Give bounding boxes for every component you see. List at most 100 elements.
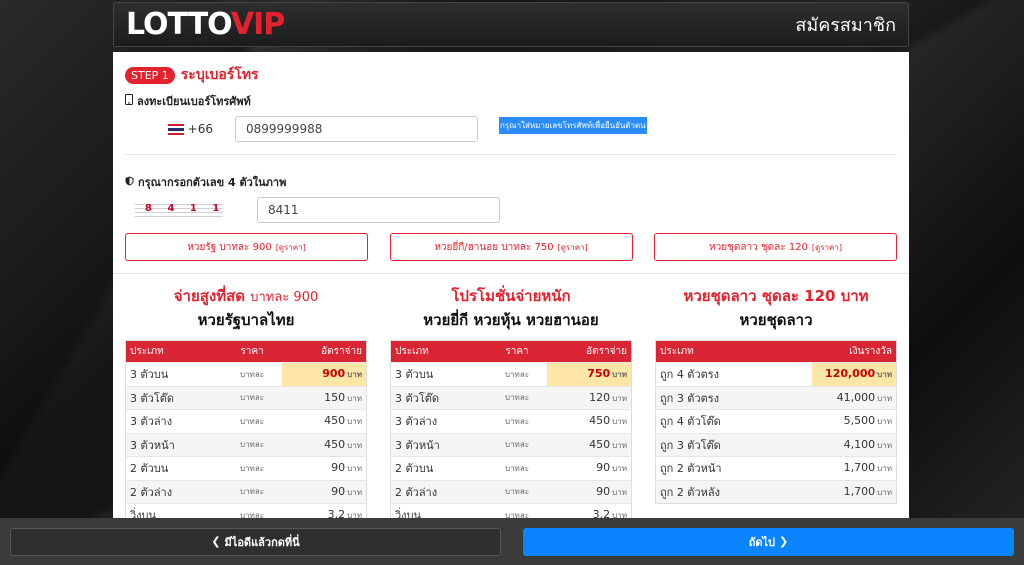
- header-price: ราคา: [221, 340, 283, 363]
- rate-table: ประเภท ราคา อัตราจ่าย 3 ตัวบน บาทละ 750 บาท…: [390, 340, 632, 518]
- row-rate-value: 120,000: [825, 367, 876, 381]
- lottovip-logo[interactable]: LOTTOVIP: [126, 7, 285, 42]
- phone-label-text: ลงทะเบียนเบอร์โทรศัพท์: [137, 95, 251, 108]
- column-title-small: บาทละ 900: [250, 290, 319, 305]
- row-rate-unit: บาท: [347, 393, 362, 403]
- row-rate: 750 บาท: [547, 362, 632, 386]
- row-unit: บาทละ: [221, 409, 283, 433]
- next-label: ถัดไป: [748, 535, 776, 549]
- row-type: ถูก 2 ตัวหน้า: [655, 456, 752, 480]
- row-unit: บาทละ: [486, 479, 548, 504]
- price-button-thai[interactable]: หวยรัฐ บาทละ 900 [ดูราคา]: [125, 233, 368, 261]
- row-rate-value: 90: [596, 461, 611, 475]
- phone-label: ลงทะเบียนเบอร์โทรศัพท์: [125, 92, 897, 110]
- next-button[interactable]: ถัดไป ❯: [523, 527, 1014, 556]
- table-row: 3 ตัวหน้า บาทละ 450 บาท: [125, 432, 367, 457]
- row-rate-unit: บาท: [877, 440, 892, 450]
- row-rate: 900 บาท: [282, 362, 367, 386]
- table-row: 2 ตัวล่าง บาทละ 90 บาท: [390, 479, 632, 504]
- row-rate-unit: บาท: [877, 417, 892, 427]
- thailand-flag-icon: [167, 123, 184, 135]
- price-button-lao[interactable]: หวยชุดลาว ชุดละ 120 [ดูราคา]: [654, 233, 897, 261]
- country-code[interactable]: +66: [125, 122, 235, 136]
- row-rate: 150 บาท: [282, 385, 367, 410]
- row-type: 2 ตัวล่าง: [125, 479, 222, 504]
- rate-table: ประเภท เงินรางวัล ถูก 4 ตัวตรง 120,000 บาท…: [655, 340, 897, 504]
- table-row: 3 ตัวโต๊ด บาทละ 150 บาท: [125, 385, 367, 410]
- row-rate: 450 บาท: [547, 409, 632, 433]
- row-type: 2 ตัวบน: [125, 456, 222, 480]
- price-button-yeekee[interactable]: หวยยี่กี/ฮานอย บาทละ 750 [ดูราคา]: [389, 233, 633, 261]
- captcha-row: 8 4 1 1: [125, 197, 897, 223]
- header-rate: อัตราจ่าย: [547, 340, 632, 363]
- table-row: 2 ตัวบน บาทละ 90 บาท: [390, 456, 632, 480]
- row-rate-value: 5,500: [843, 414, 876, 428]
- column-heading: หวยชุดลาว ชุดละ 120 บาท หวยชุดลาว: [655, 284, 897, 340]
- table-row: ถูก 4 ตัวตรง 120,000 บาท: [655, 362, 897, 386]
- row-rate-value: 90: [331, 461, 346, 475]
- phone-input[interactable]: [235, 116, 478, 142]
- step-header: STEP 1 ระบุเบอร์โทร: [125, 64, 897, 86]
- row-rate-value: 90: [331, 484, 346, 498]
- header-type: ประเภท: [390, 340, 487, 363]
- table-row: 3 ตัวล่าง บาทละ 450 บาท: [390, 409, 632, 433]
- row-rate-value: 4,100: [843, 437, 876, 451]
- captcha-label-text: กรุณากรอกตัวเลข 4 ตัวในภาพ: [138, 176, 287, 189]
- row-rate: 1,700 บาท: [812, 456, 897, 480]
- captcha-section: กรุณากรอกตัวเลข 4 ตัวในภาพ 8 4 1 1 หวยรั…: [113, 155, 909, 261]
- row-unit: [751, 456, 813, 480]
- rates-area: จ่ายสูงที่สด บาทละ 900 หวยรัฐบาลไทย ประเ…: [113, 273, 909, 518]
- row-unit: [751, 479, 813, 504]
- row-rate: 4,100 บาท: [812, 432, 897, 457]
- row-rate: 5,500 บาท: [812, 409, 897, 433]
- top-header: LOTTOVIP สมัครสมาชิก: [113, 2, 909, 47]
- column-title-red: โปรโมชั่นจ่ายหนัก: [451, 287, 571, 305]
- row-type: 3 ตัวล่าง: [390, 409, 487, 433]
- row-rate: 90 บาท: [282, 479, 367, 504]
- price-button-label: หวยรัฐ บาทละ 900: [187, 241, 272, 253]
- row-rate-unit: บาท: [612, 440, 627, 450]
- row-rate-unit: บาท: [612, 511, 627, 518]
- row-rate-unit: บาท: [877, 370, 892, 380]
- row-rate-unit: บาท: [877, 487, 892, 497]
- table-body: ถูก 4 ตัวตรง 120,000 บาท ถูก 3 ตัวตรง 41,000…: [655, 362, 897, 504]
- row-unit: บาทละ: [486, 456, 548, 480]
- captcha-label: กรุณากรอกตัวเลข 4 ตัวในภาพ: [125, 173, 897, 191]
- register-card: STEP 1 ระบุเบอร์โทร ลงทะเบียนเบอร์โทรศัพ…: [113, 52, 909, 518]
- table-row: ถูก 3 ตัวโต๊ด 4,100 บาท: [655, 432, 897, 457]
- shield-icon: [125, 176, 134, 189]
- row-rate-value: 120: [589, 390, 611, 404]
- header-price: [751, 340, 813, 363]
- row-rate-unit: บาท: [347, 370, 362, 380]
- table-row: ถูก 2 ตัวหน้า 1,700 บาท: [655, 456, 897, 480]
- rate-column-thai: จ่ายสูงที่สด บาทละ 900 หวยรัฐบาลไทย ประเ…: [125, 284, 367, 518]
- row-type: 3 ตัวโต๊ด: [125, 385, 222, 410]
- table-row: 2 ตัวล่าง บาทละ 90 บาท: [125, 479, 367, 504]
- row-unit: บาทละ: [486, 503, 548, 518]
- row-rate: 3.2 บาท: [282, 503, 367, 518]
- row-type: วิ่งบน: [125, 503, 222, 518]
- row-rate: 90 บาท: [282, 456, 367, 480]
- rate-column-yeekee: โปรโมชั่นจ่ายหนัก หวยยี่กี หวยหุ้น หวยฮา…: [390, 284, 632, 518]
- phone-row: +66 กรุณาใส่หมายเลขโทรศัพท์เพื่อยืนยันตั…: [125, 116, 897, 142]
- table-row: วิ่งบน บาทละ 3.2 บาท: [125, 503, 367, 518]
- have-id-button[interactable]: ❮ มีไอดีแล้วกดที่นี่: [10, 527, 501, 556]
- row-unit: [751, 385, 813, 410]
- captcha-input[interactable]: [257, 197, 500, 223]
- column-title: จ่ายสูงที่สด บาทละ 900: [125, 284, 367, 308]
- row-rate-value: 450: [324, 437, 346, 451]
- column-title: หวยชุดลาว ชุดละ 120 บาท: [655, 284, 897, 308]
- captcha-image: 8 4 1 1: [125, 199, 235, 221]
- chevron-left-icon: ❮: [211, 535, 221, 548]
- row-rate-unit: บาท: [612, 464, 627, 474]
- row-rate-unit: บาท: [347, 440, 362, 450]
- row-rate-value: 90: [596, 484, 611, 498]
- rate-table: ประเภท ราคา อัตราจ่าย 3 ตัวบน บาทละ 900 บาท…: [125, 340, 367, 518]
- row-rate: 450 บาท: [282, 409, 367, 433]
- phone-hint: กรุณาใส่หมายเลขโทรศัพท์เพื่อยืนยันตัวตน: [499, 116, 647, 134]
- row-type: 2 ตัวบน: [390, 456, 487, 480]
- row-rate-value: 900: [322, 367, 346, 381]
- row-type: 2 ตัวล่าง: [390, 479, 487, 504]
- row-unit: บาทละ: [486, 385, 548, 410]
- row-rate-unit: บาท: [347, 511, 362, 518]
